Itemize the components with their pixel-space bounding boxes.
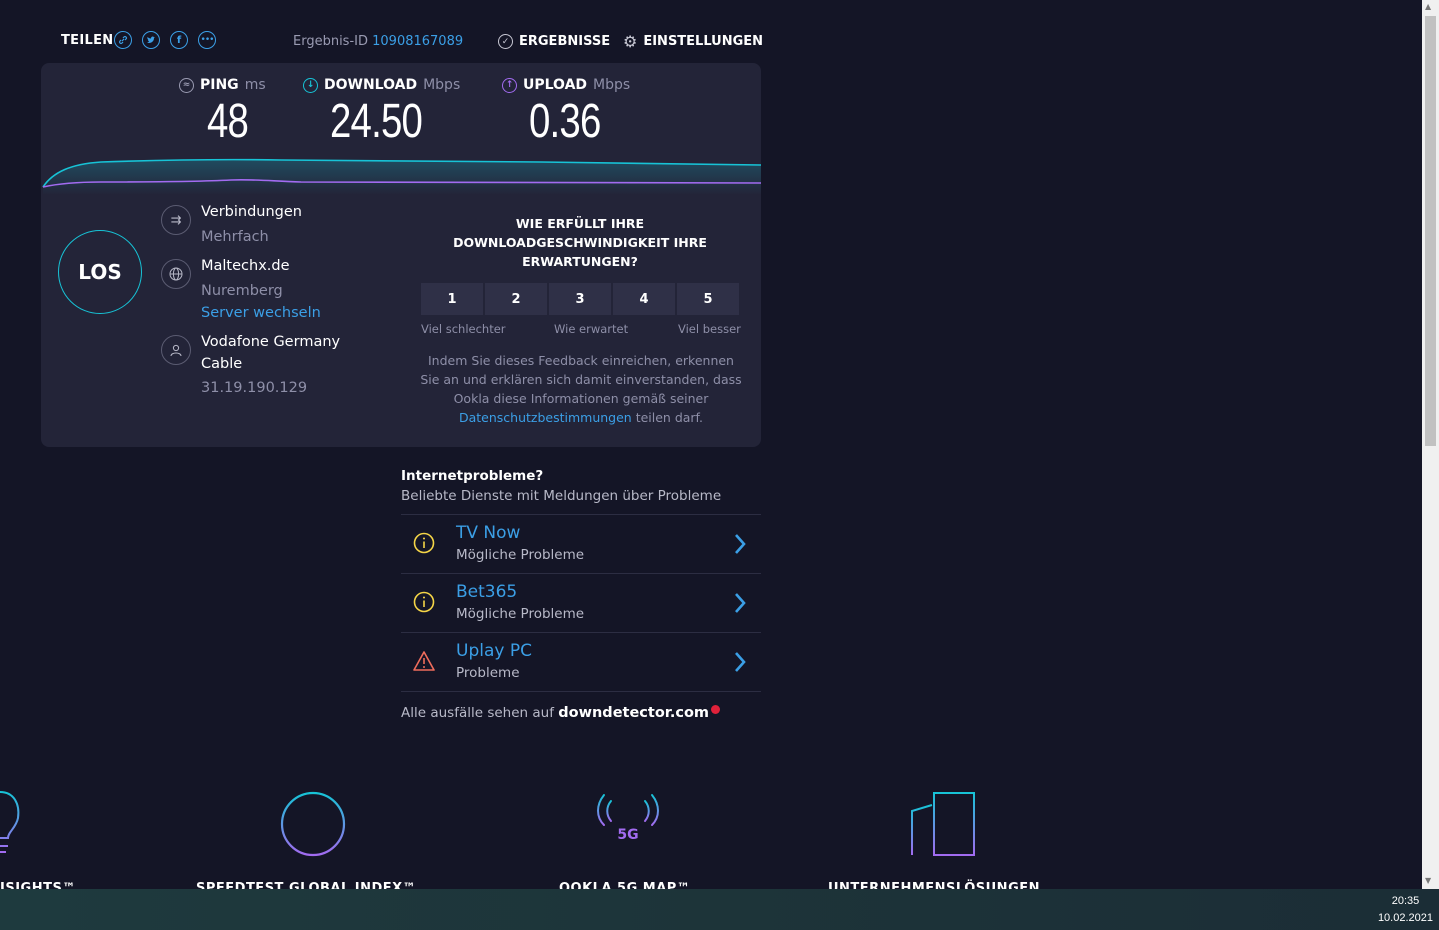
feedback-disclaimer: Indem Sie dieses Feedback einreichen, er…: [416, 351, 746, 427]
outage-name: TV Now: [456, 523, 521, 543]
speed-graph: [42, 158, 761, 195]
more-icon[interactable]: •••: [198, 31, 216, 49]
server-name: Maltechx.de: [201, 258, 290, 274]
feedback-question-line3: ERWARTUNGEN?: [522, 254, 638, 269]
scrollbar-thumb[interactable]: [1425, 16, 1436, 446]
outage-status: Mögliche Probleme: [456, 547, 585, 563]
result-id: Ergebnis-ID 10908167089: [293, 34, 463, 49]
result-id-label: Ergebnis-ID: [293, 34, 368, 49]
rating-5[interactable]: 5: [677, 283, 739, 315]
download-icon: ↓: [303, 77, 318, 93]
disclaimer-line3: Ookla diese Informationen gemäß seiner: [453, 391, 709, 406]
isp-name-line2: Cable: [201, 356, 243, 372]
results-nav-label: ERGEBNISSE: [519, 34, 611, 49]
rating-4[interactable]: 4: [613, 283, 675, 315]
ping-unit: ms: [244, 77, 266, 93]
clock-time: 20:35: [1391, 895, 1420, 907]
upload-label: UPLOAD: [523, 77, 588, 93]
downdetector-text: Alle ausfälle sehen auf: [401, 705, 559, 721]
outages-title: Internetprobleme?: [401, 468, 544, 484]
rating-scale: 1 2 3 4 5: [421, 283, 739, 315]
facebook-icon[interactable]: f: [170, 31, 188, 49]
rating-3[interactable]: 3: [549, 283, 611, 315]
outage-name: Uplay PC: [456, 641, 532, 661]
downdetector-logo-dot: [711, 705, 721, 714]
ping-header: ≈ PING ms: [179, 77, 266, 93]
outage-status: Mögliche Probleme: [456, 606, 585, 622]
chevron-right-icon: [735, 652, 746, 672]
ping-value: 48: [207, 95, 249, 148]
info-icon: [413, 532, 435, 554]
link-icon[interactable]: [114, 31, 132, 49]
warning-icon: [413, 651, 435, 671]
check-circle-icon: ✓: [498, 34, 513, 49]
disclaimer-line1: Indem Sie dieses Feedback einreichen, er…: [428, 353, 734, 368]
settings-nav[interactable]: ⚙ EINSTELLUNGEN: [623, 32, 764, 51]
5g-antenna-icon: 5G: [597, 794, 659, 856]
change-server-link[interactable]: Server wechseln: [201, 305, 321, 321]
upload-value: 0.36: [529, 95, 601, 148]
download-unit: Mbps: [423, 77, 461, 93]
globe-index-icon: [280, 791, 346, 857]
feedback-question-line2: DOWNLOADGESCHWINDIGKEIT IHRE: [453, 235, 707, 250]
privacy-link[interactable]: Datenschutzbestimmungen: [459, 410, 632, 425]
chevron-right-icon: [735, 534, 746, 554]
download-header: ↓ DOWNLOAD Mbps: [303, 77, 460, 93]
ip-address: 31.19.190.129: [201, 380, 308, 396]
feedback-question-line1: WIE ERFÜLLT IHRE: [515, 216, 645, 231]
download-value: 24.50: [330, 95, 423, 148]
outage-name: Bet365: [456, 582, 518, 602]
upload-header: ↑ UPLOAD Mbps: [502, 77, 630, 93]
outages-subtitle: Beliebte Dienste mit Meldungen über Prob…: [401, 488, 722, 504]
ping-icon: ≈: [179, 77, 194, 93]
rating-label-mid: Wie erwartet: [554, 322, 629, 336]
isp-name-line1: Vodafone Germany: [201, 334, 341, 350]
taskbar-clock[interactable]: 20:35 10.02.2021: [1378, 893, 1433, 927]
outage-item[interactable]: Uplay PC Probleme: [401, 632, 761, 692]
feedback-question: WIE ERFÜLLT IHRE DOWNLOADGESCHWINDIGKEIT…: [435, 214, 725, 271]
info-icon: [413, 591, 435, 613]
downdetector-link[interactable]: downdetector.com: [558, 705, 709, 721]
buildings-icon: [911, 792, 975, 856]
outage-item[interactable]: Bet365 Mögliche Probleme: [401, 573, 761, 632]
download-label: DOWNLOAD: [324, 77, 418, 93]
settings-nav-label: EINSTELLUNGEN: [643, 34, 764, 49]
gear-icon: ⚙: [623, 32, 638, 51]
outage-item[interactable]: TV Now Mögliche Probleme: [401, 514, 761, 573]
disclaimer-line2: Sie an und erklären sich damit einversta…: [420, 372, 742, 387]
globe-icon: [161, 259, 191, 289]
connections-icon: ⇉: [161, 205, 191, 235]
rating-1[interactable]: 1: [421, 283, 483, 315]
ping-label: PING: [200, 77, 239, 93]
rating-2[interactable]: 2: [485, 283, 547, 315]
downdetector-footer: Alle ausfälle sehen auf downdetector.com: [401, 705, 721, 721]
user-icon: [161, 335, 191, 365]
svg-text:5G: 5G: [617, 827, 638, 843]
disclaimer-end: teilen darf.: [631, 410, 704, 425]
upload-unit: Mbps: [593, 77, 631, 93]
outage-status: Probleme: [456, 665, 520, 681]
go-button[interactable]: LOS: [58, 230, 142, 314]
rating-label-high: Viel besser: [678, 322, 741, 336]
rating-label-low: Viel schlechter: [421, 322, 506, 336]
connections-value: Mehrfach: [201, 229, 269, 245]
taskbar: [0, 889, 1439, 930]
share-label: TEILEN: [61, 33, 114, 48]
clock-date: 10.02.2021: [1377, 912, 1433, 924]
connections-label: Verbindungen: [201, 204, 302, 220]
result-id-link[interactable]: 10908167089: [372, 34, 463, 49]
twitter-icon[interactable]: [142, 31, 160, 49]
results-nav[interactable]: ✓ ERGEBNISSE: [498, 34, 610, 49]
upload-icon: ↑: [502, 77, 517, 93]
chevron-right-icon: [735, 593, 746, 613]
lightbulb-icon: [0, 791, 20, 853]
scroll-down-icon[interactable]: ▼: [1425, 876, 1431, 885]
scroll-up-icon[interactable]: ▲: [1425, 2, 1431, 11]
server-location: Nuremberg: [201, 283, 283, 299]
